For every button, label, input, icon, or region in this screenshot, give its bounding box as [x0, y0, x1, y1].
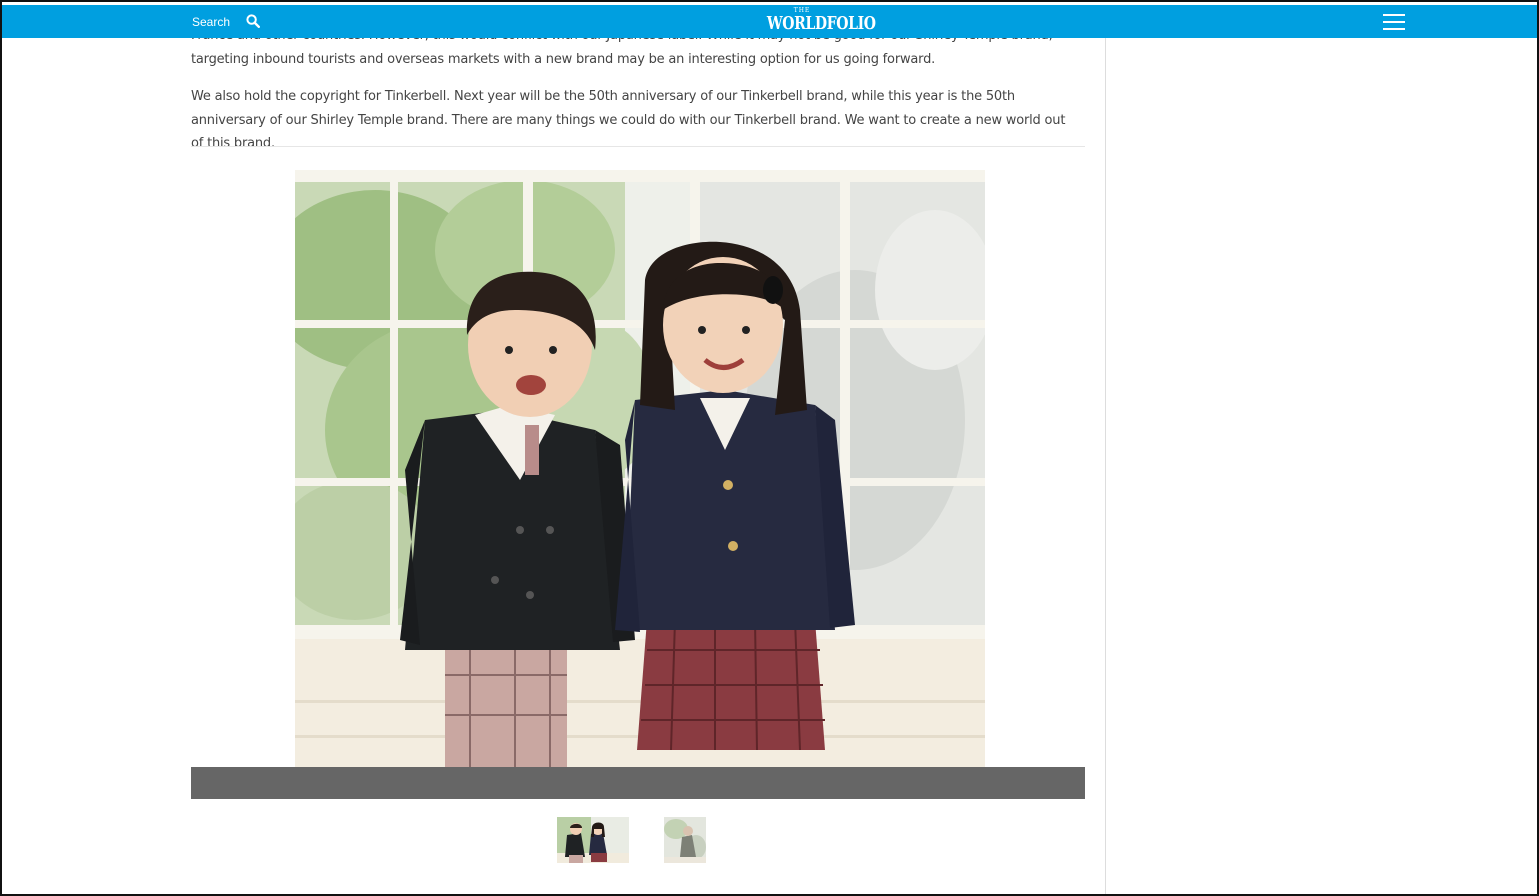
worldfolio-logo[interactable]: THE WORLDFOLIO	[757, 7, 876, 37]
gallery-caption-bar	[191, 767, 1085, 799]
hamburger-menu-icon[interactable]	[1383, 14, 1405, 32]
logo-main-text: WORLDFOLIO	[766, 13, 876, 34]
menu-line	[1383, 28, 1405, 30]
top-navigation-bar: Search THE WORLDFOLIO	[2, 5, 1537, 38]
sidebar-divider	[1105, 38, 1106, 894]
gallery-thumbnail-1[interactable]	[557, 817, 629, 863]
content-divider	[191, 146, 1085, 147]
article-content: France and other countries. However, thi…	[191, 2, 1087, 894]
search-label[interactable]: Search	[192, 15, 230, 29]
browser-viewport: Search THE WORLDFOLIO France and other c…	[0, 0, 1539, 896]
menu-line	[1383, 21, 1405, 23]
article-paragraph: We also hold the copyright for Tinkerbel…	[191, 89, 1066, 151]
search-icon[interactable]	[246, 14, 261, 29]
menu-line	[1383, 14, 1405, 16]
gallery-main-photo[interactable]	[295, 170, 985, 767]
gallery-thumbnail-2[interactable]	[664, 817, 706, 863]
